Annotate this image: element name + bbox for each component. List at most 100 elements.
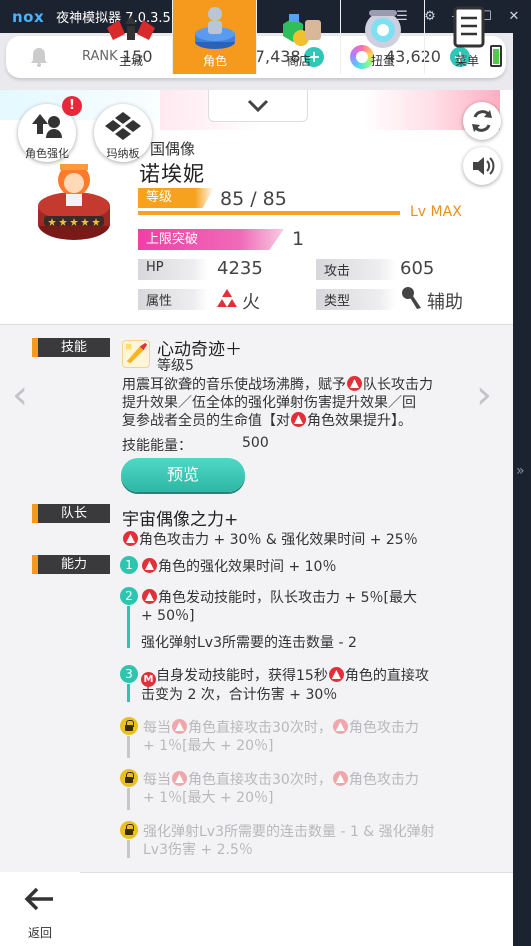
locked-text: 角色直接攻击30次时， [188, 772, 332, 788]
character-subtitle: 国偶像 [150, 140, 196, 158]
locked-1-line [127, 736, 130, 758]
chevron-down-icon [247, 99, 269, 113]
expand-sidebar-icon[interactable]: » [516, 463, 525, 479]
fire-icon [291, 412, 306, 427]
speaker-icon [473, 157, 495, 175]
nav-character[interactable]: 角色 [173, 0, 257, 74]
prev-character-arrow[interactable]: ‹ [12, 372, 28, 418]
ability-1-number: 1 [120, 556, 138, 574]
type-value: 辅助 [427, 292, 463, 313]
back-button[interactable]: 返回 [0, 872, 80, 946]
ability-text: 角色的强化效果时间 + 10％ [158, 559, 337, 575]
preview-button[interactable]: 预览 [121, 458, 245, 492]
menu-book-icon [453, 6, 485, 48]
locked-ability-3-line1: 强化弹射Lv3所需要的连击数量 - 1 & 强化弹射 [143, 824, 435, 840]
nav-town-label: 主城 [118, 54, 143, 68]
emulator-side-strip: » [513, 33, 531, 946]
leader-tag: 队长 [32, 504, 110, 523]
nav-menu[interactable]: 菜单 [425, 0, 509, 74]
ability-1-text: 角色的强化效果时间 + 10％ [141, 556, 336, 576]
locked-text: 角色直接攻击30次时， [188, 720, 332, 736]
leader-skill-name: 宇宙偶像之力+ [122, 510, 239, 530]
locked-text: 每当 [143, 720, 171, 736]
attr-label-box: 属性 [138, 289, 208, 310]
locked-ability-2-line1: 每当 角色直接攻击30次时， 角色攻击力 [143, 769, 419, 789]
character-sprite [38, 164, 110, 240]
skill-desc-text: 角色效果提升】。 [307, 413, 412, 429]
type-label-box: 类型 [316, 289, 396, 310]
fire-icon [332, 771, 348, 786]
fire-icon [332, 719, 348, 734]
fire-icon [328, 667, 344, 682]
lock-icon [120, 717, 138, 735]
notification-badge: ! [62, 96, 82, 116]
voice-button[interactable] [463, 147, 501, 185]
limit-break-value: 1 [292, 228, 305, 250]
hp-label: HP [146, 260, 164, 275]
locked-ability-1-line2: + 1％[最大 + 20％] [143, 738, 274, 754]
ability-2-line2: + 50％] [141, 608, 195, 624]
skill-desc-line2: 提升效果／伍全体的强化弹射伤害提升效果／回 [122, 395, 416, 411]
nav-town[interactable]: 主城 [89, 0, 173, 74]
level-max: Lv MAX [410, 204, 462, 220]
attr-label: 属性 [146, 294, 173, 309]
close-icon[interactable]: ✕ [507, 9, 521, 24]
attr-value: 火 [242, 292, 260, 313]
switch-button[interactable] [463, 102, 501, 140]
ability-text: 角色发动技能时，队长攻击力 + 5％[最大 [158, 590, 417, 606]
ability-2-number: 2 [120, 587, 138, 605]
locked-ability-2-line2: + 1％[最大 + 20％] [143, 790, 274, 806]
skill-desc-line1: 用震耳欲聋的音乐使战场沸腾，赋予 队长攻击力 [122, 374, 433, 394]
locked-text: 角色攻击力 [348, 772, 419, 788]
back-label: 返回 [27, 926, 52, 940]
locked-ability-1-line1: 每当 角色直接攻击30次时， 角色攻击力 [143, 717, 419, 737]
nav-shop[interactable]: 商店 [257, 0, 341, 74]
ability-3-number: 3 [120, 665, 138, 683]
next-character-arrow[interactable]: › [476, 372, 492, 418]
mana-board-icon [105, 112, 141, 140]
nav-gacha[interactable]: 扭蛋 [341, 0, 425, 74]
skill-desc-text: 复参战者全员的生命值【对 [122, 413, 290, 429]
back-arrow-icon [24, 887, 53, 911]
type-label: 类型 [324, 294, 351, 309]
swap-icon [472, 110, 492, 132]
nox-logo: nox [12, 7, 45, 26]
fire-icon [142, 589, 157, 604]
lock-icon [120, 821, 138, 839]
nav-shop-label: 商店 [286, 54, 311, 68]
gacha-icon [365, 10, 401, 48]
atk-value: 605 [400, 258, 435, 279]
locked-text: 每当 [143, 772, 171, 788]
level-label: 等级 [138, 188, 214, 208]
hp-value: 4235 [217, 258, 263, 279]
skill-level: 等级5 [157, 358, 194, 374]
locked-ability-3-line2: Lv3伤害 + 2.5％ [143, 842, 253, 858]
atk-label-box: 攻击 [316, 259, 396, 280]
fire-icon [347, 376, 362, 391]
level-value: 85 / 85 [220, 188, 287, 210]
fire-attribute-icon [217, 289, 237, 307]
town-icon [107, 16, 155, 40]
skill-tag: 技能 [32, 338, 110, 357]
skill-desc-text: 队长攻击力 [363, 377, 433, 393]
collapse-tab[interactable] [208, 90, 308, 122]
locked-text: 角色攻击力 [348, 720, 419, 736]
skill-desc-text: 用震耳欲聋的音乐使战场沸腾，赋予 [122, 377, 346, 393]
ability-2-line3: 强化弹射Lv3所需要的连击数量 - 2 [141, 635, 357, 651]
ability-3-line [127, 684, 130, 702]
character-name: 诺埃妮 [139, 162, 205, 186]
skill-icon [122, 340, 150, 368]
shop-icon [283, 14, 321, 46]
hp-label-box: HP [138, 259, 208, 280]
mana-board-button[interactable]: 玛纳板 [94, 104, 152, 162]
nav-gacha-label: 扭蛋 [370, 54, 395, 68]
fire-icon [123, 531, 138, 546]
skill-energy-label: 技能能量： [122, 438, 192, 454]
bell-icon[interactable] [28, 46, 50, 68]
support-type-icon [402, 287, 421, 309]
character-icon [195, 7, 235, 49]
enhance-icon [32, 114, 62, 138]
fire-icon [172, 719, 187, 734]
fire-icon [142, 558, 157, 573]
ability-3-line2: 击变为 2 次，合计伤害 + 30％ [141, 687, 338, 703]
